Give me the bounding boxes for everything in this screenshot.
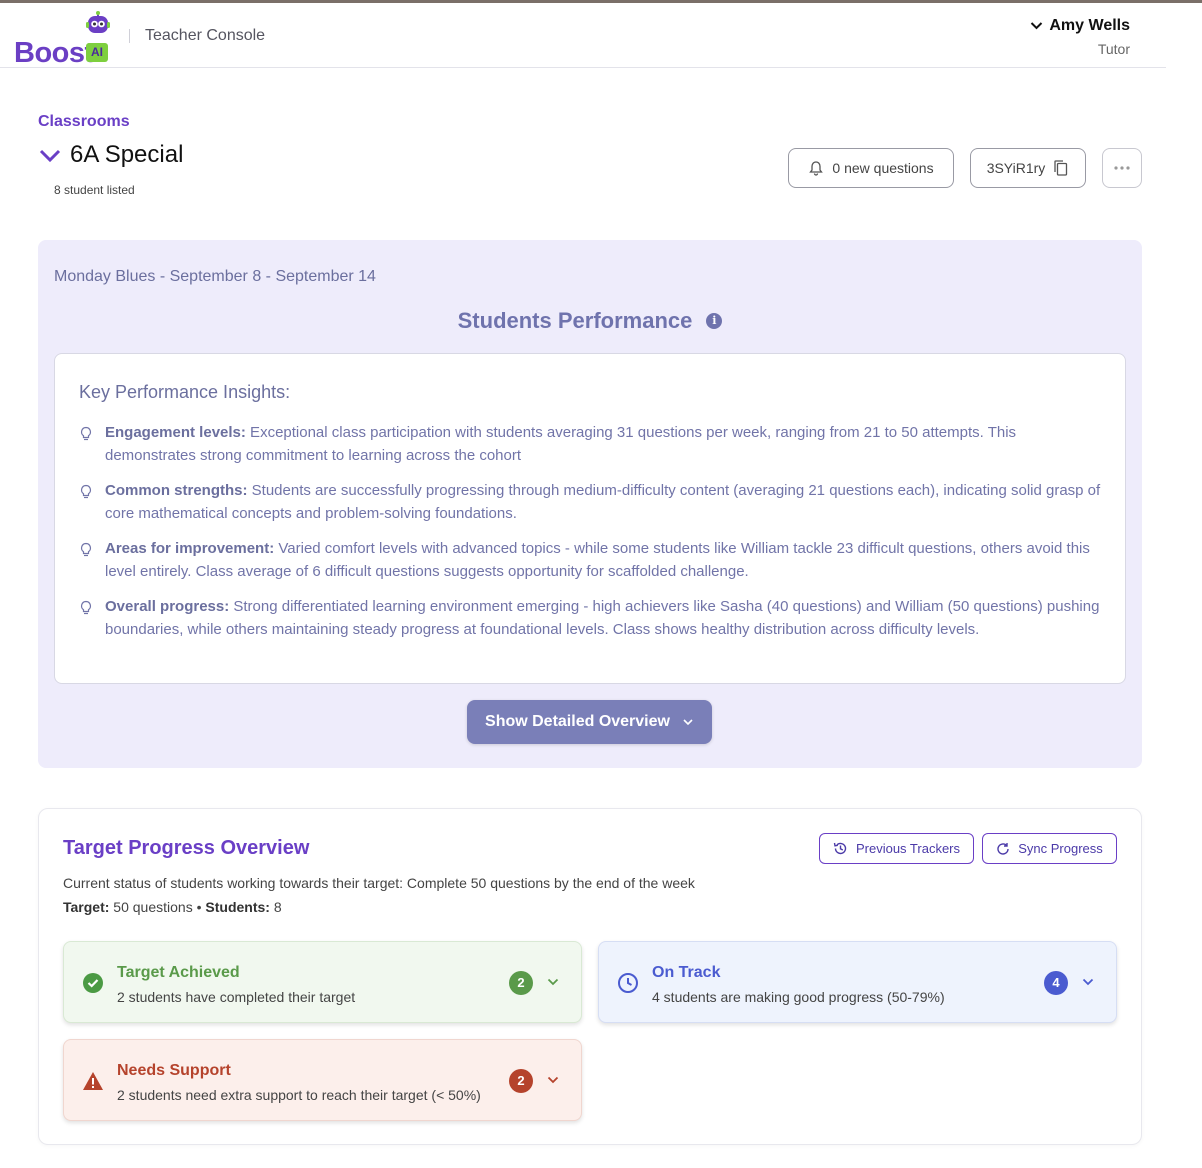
lightbulb-icon bbox=[80, 426, 92, 441]
target-progress-panel: Target Progress Overview Previous Tracke… bbox=[38, 808, 1142, 1145]
class-code-button[interactable]: 3SYiR1ry bbox=[970, 148, 1086, 188]
warning-icon bbox=[83, 1072, 103, 1090]
classroom-name: 6A Special bbox=[70, 141, 184, 168]
on-track-card[interactable]: On Track 4 students are making good prog… bbox=[598, 941, 1117, 1023]
achieved-count-badge: 2 bbox=[509, 971, 533, 995]
students-label: Students: bbox=[205, 899, 270, 915]
classroom-selector[interactable]: 6A Special bbox=[38, 141, 183, 169]
clock-icon bbox=[618, 973, 638, 993]
target-description: Current status of students working towar… bbox=[63, 875, 695, 891]
robot-icon bbox=[86, 11, 110, 33]
insight-body: Students are successfully progressing th… bbox=[105, 482, 1101, 522]
achieved-title: Target Achieved bbox=[117, 964, 240, 981]
on-track-count-badge: 4 bbox=[1044, 971, 1068, 995]
header-divider bbox=[129, 29, 130, 43]
insight-item: Common strengths: Students are successfu… bbox=[79, 480, 1109, 525]
target-achieved-card[interactable]: Target Achieved 2 students have complete… bbox=[63, 941, 582, 1023]
insights-box: Key Performance Insights: Engagement lev… bbox=[54, 353, 1126, 684]
classrooms-breadcrumb[interactable]: Classrooms bbox=[38, 113, 130, 131]
insight-list: Engagement levels: Exceptional class par… bbox=[79, 422, 1109, 654]
chevron-down-icon[interactable] bbox=[546, 975, 560, 989]
insight-text: Areas for improvement: Varied comfort le… bbox=[105, 538, 1109, 583]
check-circle-icon bbox=[83, 973, 103, 993]
lightbulb-icon bbox=[80, 600, 92, 615]
insights-title: Key Performance Insights: bbox=[79, 382, 291, 402]
performance-title-row: Students Performance i bbox=[38, 308, 1142, 334]
app-header: Boost AI Teacher Console Amy Wells Tutor bbox=[0, 3, 1166, 69]
target-label: Target: bbox=[63, 899, 110, 915]
meta-separator: • bbox=[192, 899, 206, 915]
insight-item: Overall progress: Strong differentiated … bbox=[79, 596, 1109, 641]
insight-item: Areas for improvement: Varied comfort le… bbox=[79, 538, 1109, 583]
user-menu[interactable]: Amy Wells Tutor bbox=[1030, 17, 1130, 57]
overview-button-label: Show Detailed Overview bbox=[485, 713, 670, 730]
needs-support-count-badge: 2 bbox=[509, 1069, 533, 1093]
insight-label: Engagement levels: bbox=[105, 424, 246, 441]
achieved-subtitle: 2 students have completed their target bbox=[117, 989, 356, 1005]
chevron-down-icon[interactable] bbox=[1081, 975, 1095, 989]
show-detailed-overview-button[interactable]: Show Detailed Overview bbox=[467, 700, 712, 744]
on-track-subtitle: 4 students are making good progress (50-… bbox=[652, 989, 945, 1005]
info-icon[interactable]: i bbox=[706, 313, 723, 329]
sync-progress-button[interactable]: Sync Progress bbox=[982, 833, 1117, 864]
new-questions-button[interactable]: 0 new questions bbox=[788, 148, 954, 188]
chevron-down-icon[interactable] bbox=[546, 1073, 560, 1087]
insight-body: Strong differentiated learning environme… bbox=[105, 598, 1100, 638]
insight-text: Overall progress: Strong differentiated … bbox=[105, 596, 1109, 641]
insight-label: Overall progress: bbox=[105, 598, 230, 615]
needs-support-title: Needs Support bbox=[117, 1062, 231, 1079]
user-name: Amy Wells bbox=[1049, 17, 1130, 34]
more-horizontal-icon bbox=[1114, 166, 1130, 170]
needs-support-subtitle: 2 students need extra support to reach t… bbox=[117, 1087, 481, 1103]
on-track-title: On Track bbox=[652, 964, 721, 981]
insight-item: Engagement levels: Exceptional class par… bbox=[79, 422, 1109, 467]
week-label: Monday Blues - September 8 - September 1… bbox=[54, 268, 376, 285]
performance-title: Students Performance bbox=[457, 308, 693, 333]
boost-ai-logo[interactable]: Boost AI bbox=[13, 11, 113, 69]
console-title: Teacher Console bbox=[145, 27, 266, 44]
target-value: 50 questions bbox=[109, 899, 193, 915]
user-name-row[interactable]: Amy Wells bbox=[1030, 17, 1130, 35]
insight-label: Common strengths: bbox=[105, 482, 248, 499]
chevron-down-icon bbox=[683, 719, 693, 726]
refresh-icon bbox=[997, 842, 1009, 855]
logo-ai-badge: AI bbox=[86, 43, 108, 62]
lightbulb-icon bbox=[80, 484, 92, 499]
students-value: 8 bbox=[269, 899, 282, 915]
copy-icon bbox=[1054, 160, 1068, 176]
needs-support-card[interactable]: Needs Support 2 students need extra supp… bbox=[63, 1039, 582, 1121]
logo-text: Boost bbox=[14, 37, 94, 69]
students-performance-panel: Monday Blues - September 8 - September 1… bbox=[38, 240, 1142, 768]
sync-progress-label: Sync Progress bbox=[1018, 841, 1103, 856]
previous-trackers-label: Previous Trackers bbox=[855, 841, 961, 856]
class-code: 3SYiR1ry bbox=[986, 160, 1046, 176]
chevron-down-icon bbox=[1031, 22, 1043, 30]
previous-trackers-button[interactable]: Previous Trackers bbox=[819, 833, 974, 864]
new-questions-label: 0 new questions bbox=[832, 160, 934, 176]
target-progress-title: Target Progress Overview bbox=[63, 837, 310, 859]
student-count: 8 student listed bbox=[54, 183, 135, 197]
bell-icon bbox=[809, 161, 824, 176]
target-meta: Target: 50 questions • Students: 8 bbox=[63, 899, 282, 915]
user-role: Tutor bbox=[1097, 41, 1130, 57]
more-options-button[interactable] bbox=[1102, 148, 1142, 188]
insight-text: Common strengths: Students are successfu… bbox=[105, 480, 1109, 525]
insight-text: Engagement levels: Exceptional class par… bbox=[105, 422, 1109, 467]
history-icon bbox=[833, 842, 847, 855]
lightbulb-icon bbox=[80, 542, 92, 557]
insight-label: Areas for improvement: bbox=[105, 540, 275, 557]
chevron-down-icon bbox=[39, 149, 61, 163]
